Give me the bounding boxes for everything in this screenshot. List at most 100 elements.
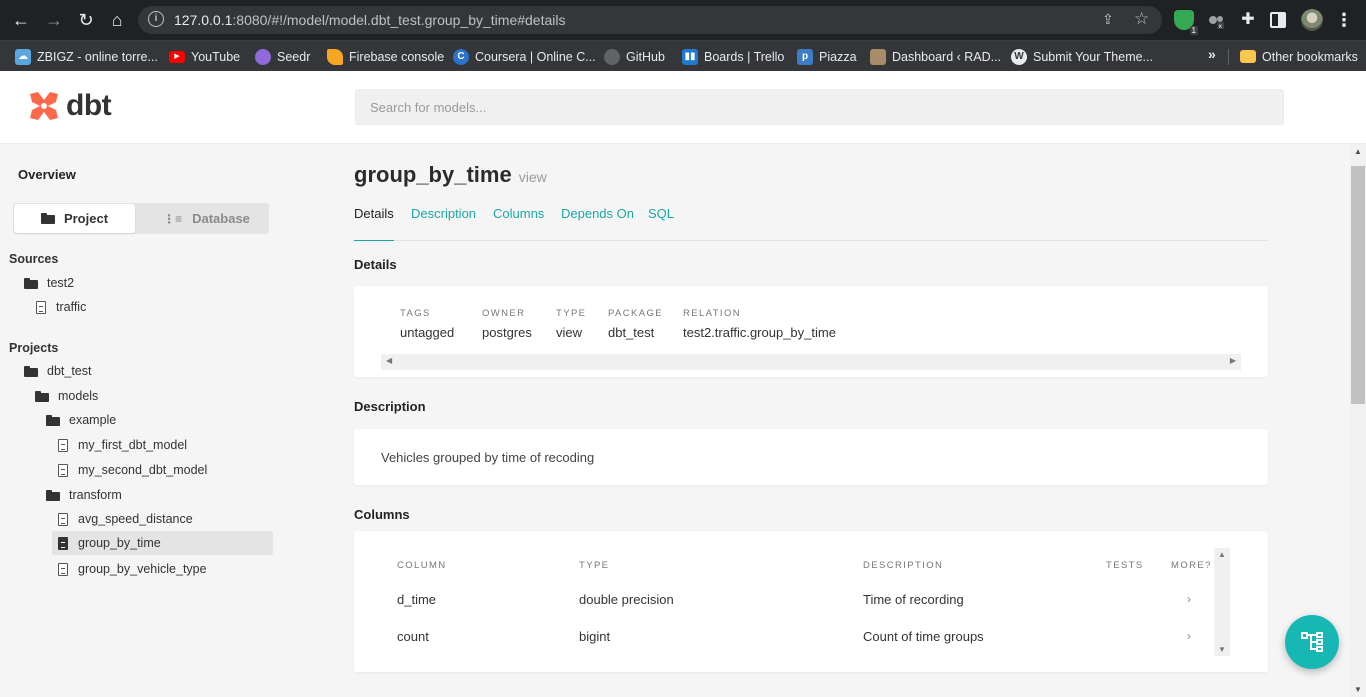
bookmark-firebase[interactable]: Firebase console	[327, 41, 444, 72]
expand-row-chevron-icon[interactable]: ›	[1187, 592, 1191, 606]
lineage-graph-button[interactable]	[1285, 615, 1339, 669]
seedr-icon	[255, 48, 271, 65]
tree-file-traffic[interactable]: traffic	[36, 295, 86, 319]
detail-label-type: TYPE	[556, 308, 587, 319]
folder-icon	[1240, 50, 1256, 63]
tree-file-group-by-vehicle-type[interactable]: group_by_vehicle_type	[58, 557, 207, 581]
scroll-up-icon[interactable]: ▲	[1218, 550, 1226, 559]
column-name: count	[397, 629, 429, 644]
dbt-logo-icon	[26, 88, 62, 124]
app-header: dbt	[0, 71, 1366, 144]
cloud-icon: ☁	[15, 48, 31, 65]
bookmark-wordpress[interactable]: W Submit Your Theme...	[1011, 41, 1153, 72]
shield-extension-icon[interactable]: 1	[1174, 10, 1198, 35]
tab-sql[interactable]: SQL	[648, 206, 674, 241]
expand-row-chevron-icon[interactable]: ›	[1187, 629, 1191, 643]
more-bookmarks-icon[interactable]: »	[1208, 46, 1216, 62]
scroll-down-icon[interactable]: ▼	[1354, 685, 1362, 694]
tree-file-my-first-dbt-model[interactable]: my_first_dbt_model	[58, 433, 187, 457]
col-header-tests: TESTS	[1106, 560, 1144, 571]
tree-label: test2	[47, 276, 75, 290]
details-horizontal-scrollbar[interactable]: ◀ ▶	[381, 354, 1241, 370]
col-header-column: COLUMN	[397, 560, 447, 571]
tab-depends-on[interactable]: Depends On	[561, 206, 634, 241]
detail-value-relation: test2.traffic.group_by_time	[683, 325, 836, 340]
detail-label-tags: TAGS	[400, 308, 431, 319]
dbt-logo[interactable]: dbt	[26, 88, 112, 124]
tree-folder-models[interactable]: models	[35, 384, 98, 408]
site-info-icon[interactable]: i	[148, 11, 164, 27]
scroll-left-icon[interactable]: ◀	[386, 356, 392, 365]
glasses-extension-icon[interactable]: x	[1206, 10, 1226, 30]
tree-folder-transform[interactable]: transform	[46, 483, 122, 507]
scroll-up-icon[interactable]: ▲	[1354, 147, 1362, 156]
tree-label: dbt_test	[47, 364, 92, 378]
description-card: Vehicles grouped by time of recoding	[354, 429, 1268, 485]
lineage-graph-icon	[1301, 632, 1323, 652]
tab-details[interactable]: Details	[354, 206, 394, 241]
firebase-icon	[327, 48, 343, 65]
tree-folder-dbt-test[interactable]: dbt_test	[24, 359, 91, 383]
column-type: double precision	[579, 592, 674, 607]
forward-icon[interactable]: →	[43, 9, 65, 31]
bookmark-star-icon[interactable]: ☆	[1134, 9, 1149, 29]
page-scrollbar[interactable]: ▲ ▼	[1350, 144, 1366, 697]
database-tab[interactable]: ⋮≡ Database	[146, 204, 267, 233]
browser-menu-icon[interactable]: ⋮	[1334, 10, 1354, 30]
extensions-puzzle-icon[interactable]: ✚	[1238, 10, 1258, 30]
scroll-right-icon[interactable]: ▶	[1230, 356, 1236, 365]
profile-avatar[interactable]	[1301, 9, 1323, 31]
detail-value-type: view	[556, 325, 583, 340]
scroll-down-icon[interactable]: ▼	[1218, 645, 1226, 654]
bookmark-github[interactable]: GitHub	[604, 41, 665, 72]
bookmark-youtube[interactable]: ▶ YouTube	[169, 41, 240, 72]
bookmarks-bar: ☁ ZBIGZ - online torre... ▶ YouTube Seedr …	[0, 40, 1366, 71]
scrollbar-thumb[interactable]	[1351, 166, 1365, 404]
bookmark-seedr[interactable]: Seedr	[255, 41, 310, 72]
tree-label: my_first_dbt_model	[78, 438, 188, 452]
tree-file-group-by-time[interactable]: group_by_time	[52, 531, 273, 555]
share-icon[interactable]: ⇪	[1102, 11, 1114, 28]
tree-label: group_by_vehicle_type	[78, 562, 207, 576]
overview-link[interactable]: Overview	[18, 167, 76, 182]
columns-vertical-scrollbar[interactable]: ▲ ▼	[1214, 548, 1230, 656]
detail-value-owner: postgres	[482, 325, 532, 340]
tree-label: traffic	[56, 300, 87, 314]
file-icon	[58, 463, 68, 477]
address-url[interactable]: 127.0.0.1:8080/#!/model/model.dbt_test.g…	[174, 12, 566, 28]
bookmark-piazza[interactable]: p Piazza	[797, 41, 857, 72]
tree-file-my-second-dbt-model[interactable]: my_second_dbt_model	[58, 458, 207, 482]
bookmark-zbigz[interactable]: ☁ ZBIGZ - online torre...	[15, 41, 158, 72]
tab-columns[interactable]: Columns	[493, 206, 544, 241]
bookmark-coursera[interactable]: C Coursera | Online C...	[453, 41, 596, 72]
back-icon[interactable]: ←	[10, 9, 32, 31]
projects-heading: Projects	[9, 341, 59, 355]
file-icon	[36, 300, 46, 314]
tree-folder-example[interactable]: example	[46, 408, 116, 432]
file-icon	[58, 536, 68, 550]
description-heading: Description	[354, 399, 426, 414]
tree-label: example	[69, 413, 117, 427]
page-title: group_by_time view	[354, 162, 547, 188]
side-panel-icon[interactable]	[1270, 12, 1286, 28]
folder-icon	[24, 365, 38, 377]
youtube-icon: ▶	[169, 50, 185, 63]
project-tab-label: Project	[63, 211, 109, 226]
model-search-input[interactable]	[355, 89, 1284, 125]
github-icon	[604, 48, 620, 65]
home-icon[interactable]: ⌂	[106, 9, 128, 31]
tree-folder-test2[interactable]: test2	[24, 271, 74, 295]
hierarchy-icon: ⋮≡	[163, 211, 183, 226]
address-bar[interactable]: i 127.0.0.1:8080/#!/model/model.dbt_test…	[138, 6, 1162, 34]
project-tab[interactable]: Project	[14, 204, 135, 233]
bookmark-trello[interactable]: ▮▮ Boards | Trello	[682, 41, 784, 72]
detail-value-tags: untagged	[400, 325, 455, 340]
tree-file-avg-speed-distance[interactable]: avg_speed_distance	[58, 507, 193, 531]
logo-text: dbt	[66, 89, 112, 122]
columns-card: COLUMN TYPE DESCRIPTION TESTS MORE? d_ti…	[354, 531, 1268, 672]
reload-icon[interactable]: ↻	[75, 9, 97, 31]
folder-icon	[46, 414, 60, 426]
other-bookmarks[interactable]: Other bookmarks	[1240, 41, 1358, 72]
tab-description[interactable]: Description	[411, 206, 476, 241]
bookmark-dashboard[interactable]: Dashboard ‹ RAD...	[870, 41, 1001, 72]
